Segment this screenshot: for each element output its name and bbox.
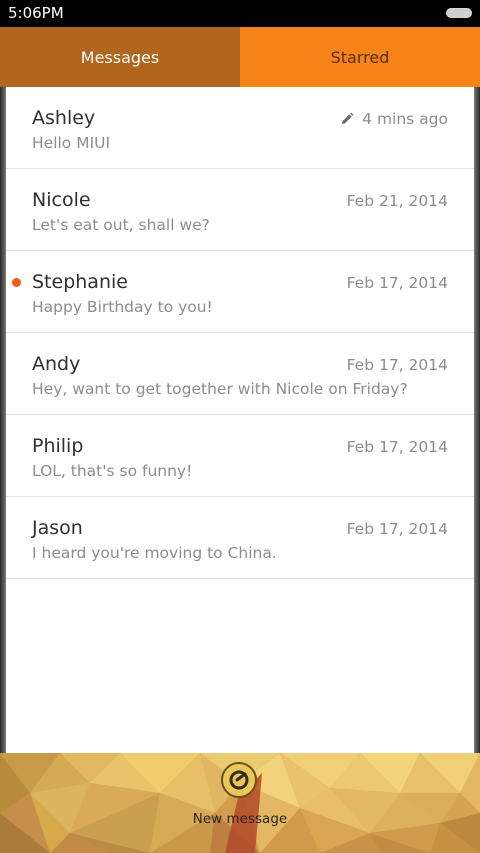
tab-starred[interactable]: Starred xyxy=(240,27,480,87)
message-preview: Hello MIUI xyxy=(32,134,111,152)
message-date: Feb 17, 2014 xyxy=(346,520,448,538)
sender-name: Stephanie xyxy=(32,271,128,293)
message-date: Feb 17, 2014 xyxy=(346,438,448,456)
message-preview: LOL, that's so funny! xyxy=(32,462,193,480)
sender-name: Jason xyxy=(32,517,83,539)
status-bar: 5:06PM xyxy=(0,0,480,27)
new-message-label[interactable]: New message xyxy=(0,811,480,827)
message-item-ashley[interactable]: Ashley 4 mins ago Hello MIUI xyxy=(6,87,474,169)
message-item-stephanie[interactable]: Stephanie Feb 17, 2014 Happy Birthday to… xyxy=(6,251,474,333)
compose-button[interactable] xyxy=(221,762,257,798)
unread-indicator xyxy=(12,278,21,287)
tab-messages[interactable]: Messages xyxy=(0,27,240,87)
message-date: 4 mins ago xyxy=(340,109,448,129)
messaging-screen: 5:06PM Messages Starred Ashley 4 mins ag… xyxy=(0,0,480,853)
tab-bar: Messages Starred xyxy=(0,27,480,87)
right-edge-shadow xyxy=(474,87,480,753)
message-list: Ashley 4 mins ago Hello MIUI Nicole Feb … xyxy=(6,87,474,753)
sender-name: Nicole xyxy=(32,189,91,211)
message-date-text: 4 mins ago xyxy=(362,110,448,128)
message-preview: Let's eat out, shall we? xyxy=(32,216,210,234)
message-item-philip[interactable]: Philip Feb 17, 2014 LOL, that's so funny… xyxy=(6,415,474,497)
message-item-jason[interactable]: Jason Feb 17, 2014 I heard you're moving… xyxy=(6,497,474,579)
bottom-bar: New message xyxy=(0,753,480,853)
message-item-andy[interactable]: Andy Feb 17, 2014 Hey, want to get toget… xyxy=(6,333,474,415)
message-preview: Hey, want to get together with Nicole on… xyxy=(32,380,408,398)
sender-name: Philip xyxy=(32,435,84,457)
message-date: Feb 21, 2014 xyxy=(346,192,448,210)
sender-name: Andy xyxy=(32,353,81,375)
status-time: 5:06PM xyxy=(8,4,64,22)
pencil-icon xyxy=(342,112,354,124)
message-item-nicole[interactable]: Nicole Feb 21, 2014 Let's eat out, shall… xyxy=(6,169,474,251)
sender-name: Ashley xyxy=(32,107,96,129)
message-preview: Happy Birthday to you! xyxy=(32,298,213,316)
battery-icon xyxy=(446,8,472,18)
message-date: Feb 17, 2014 xyxy=(346,356,448,374)
message-preview: I heard you're moving to China. xyxy=(32,544,277,562)
message-date: Feb 17, 2014 xyxy=(346,274,448,292)
compose-icon xyxy=(229,770,249,790)
